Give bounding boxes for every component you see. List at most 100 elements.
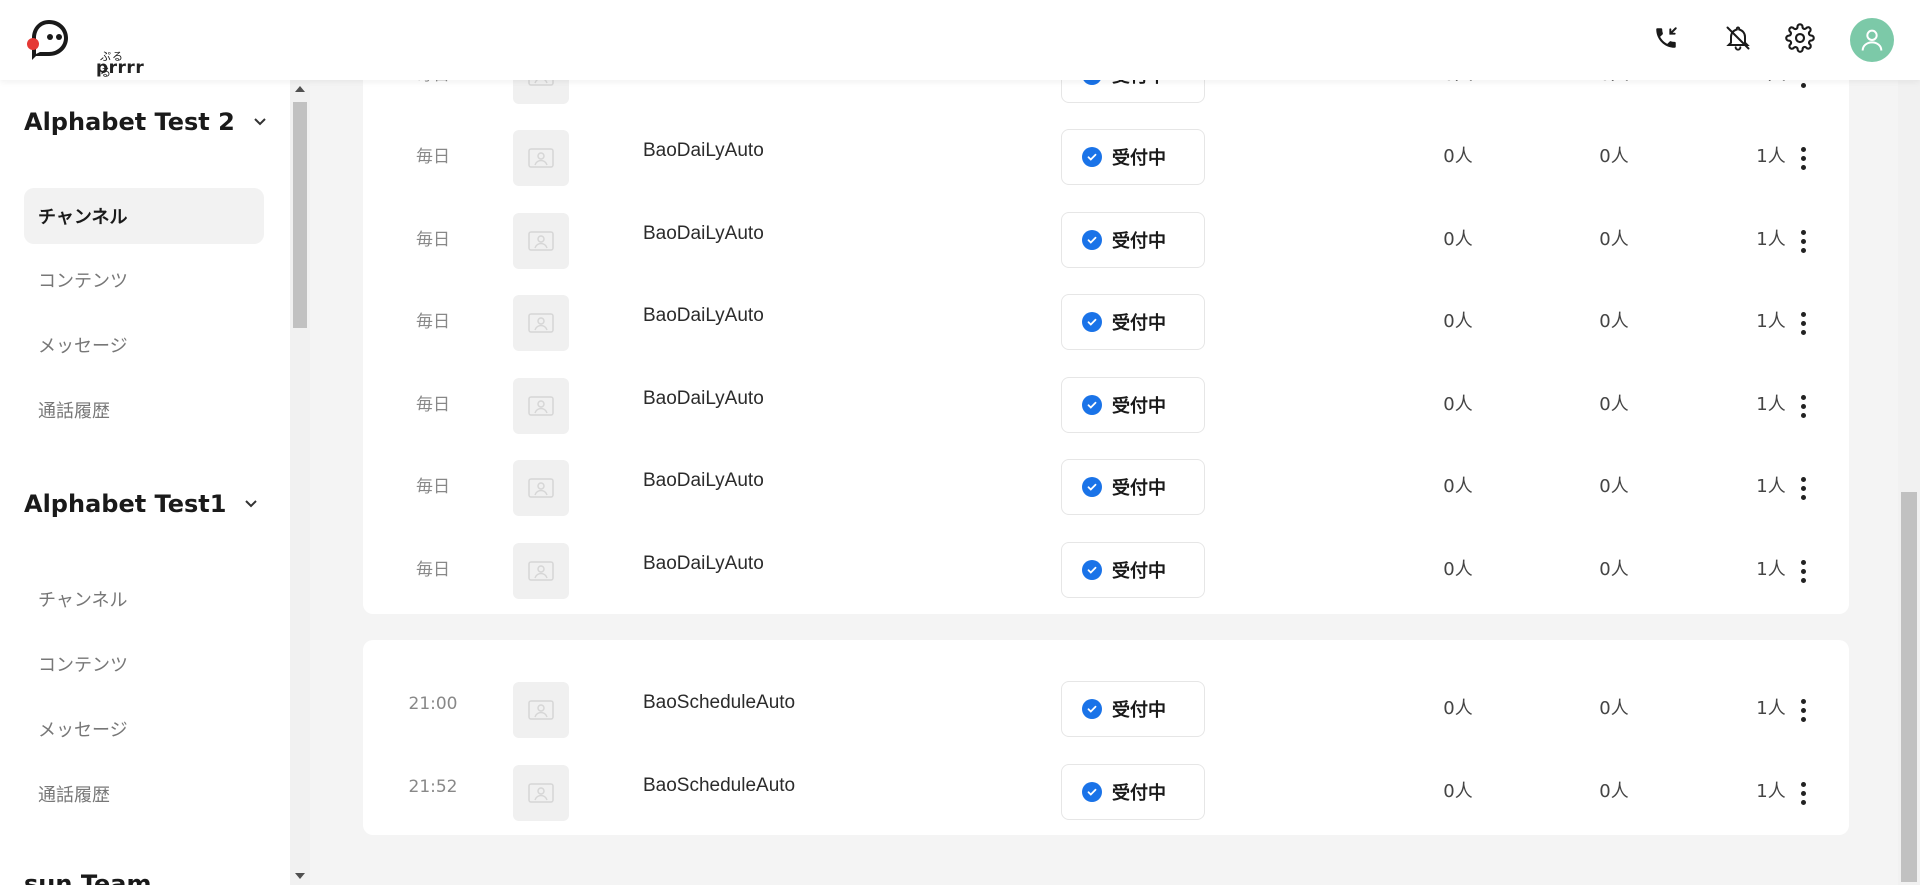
count-col-2: 0人 (1599, 781, 1629, 802)
chevron-down-icon[interactable] (244, 499, 258, 509)
channel-name[interactable]: BaoScheduleAuto (643, 775, 795, 797)
more-options-icon[interactable] (1783, 468, 1823, 508)
count-col-2: 0人 (1599, 311, 1629, 332)
channel-thumbnail (513, 460, 569, 516)
team-header-sun-team[interactable]: sun Team (24, 870, 151, 885)
bell-off-icon[interactable] (1722, 22, 1754, 54)
channel-row[interactable]: 毎日BaoDaiLyAuto受付中0人0人1人 (363, 118, 1849, 188)
channel-name[interactable]: BaoDaiLyAuto (643, 470, 764, 492)
count-col-1: 0人 (1443, 559, 1473, 580)
channel-name[interactable]: BaoDaiLyAuto (643, 388, 764, 410)
image-placeholder-icon (528, 396, 554, 416)
more-options-icon[interactable] (1783, 773, 1823, 813)
channel-name[interactable]: BaoDaiLyAuto (643, 223, 764, 245)
channel-thumbnail (513, 682, 569, 738)
more-options-icon[interactable] (1783, 138, 1823, 178)
time-label: 毎日 (416, 477, 450, 497)
status-label: 受付中 (1112, 783, 1166, 804)
status-badge[interactable]: 受付中 (1061, 542, 1205, 598)
count-col-2: 0人 (1599, 229, 1629, 250)
channel-thumbnail (513, 213, 569, 269)
phone-incoming-icon[interactable] (1650, 22, 1682, 54)
team-name: Alphabet Test 2 (24, 108, 235, 136)
scroll-down-icon[interactable] (295, 873, 305, 879)
status-label: 受付中 (1112, 148, 1166, 169)
channel-row[interactable]: 毎日BaoDaiLyAuto受付中0人0人1人 (363, 283, 1849, 353)
channel-row[interactable]: 毎日BaoDaiLyAuto受付中0人0人1人 (363, 366, 1849, 436)
sidebar-scrollbar[interactable] (290, 80, 310, 885)
channel-row[interactable]: 21:52 BaoScheduleAuto 受付中 0人 0人 1人 (363, 753, 1849, 823)
image-placeholder-icon (528, 700, 554, 720)
status-badge[interactable]: 受付中 (1061, 129, 1205, 185)
check-circle-icon (1082, 147, 1102, 167)
main-scroll-thumb[interactable] (1901, 492, 1917, 882)
time-label: 毎日 (416, 147, 450, 167)
more-options-icon[interactable] (1783, 551, 1823, 591)
channel-thumbnail (513, 378, 569, 434)
channel-row[interactable]: 毎日BaoDaiLyAuto受付中0人0人1人 (363, 448, 1849, 518)
nav-content[interactable]: コンテンツ (24, 636, 264, 692)
check-circle-icon (1082, 782, 1102, 802)
status-badge[interactable]: 受付中 (1061, 681, 1205, 737)
channel-name[interactable]: BaoDaiLyAuto (643, 140, 764, 162)
channel-name[interactable]: BaoDaiLyAuto (643, 553, 764, 575)
nav-content[interactable]: コンテンツ (24, 252, 264, 308)
more-options-icon[interactable] (1783, 386, 1823, 426)
status-badge[interactable]: 受付中 (1061, 377, 1205, 433)
status-badge[interactable]: 受付中 (1061, 294, 1205, 350)
nav-channel[interactable]: チャンネル (24, 188, 264, 244)
logo-wordmark: prrrr (96, 58, 145, 78)
count-col-1: 0人 (1443, 476, 1473, 497)
status-label: 受付中 (1112, 561, 1166, 582)
time-label: 毎日 (416, 312, 450, 332)
more-options-icon[interactable] (1783, 221, 1823, 261)
status-label: 受付中 (1112, 231, 1166, 252)
image-placeholder-icon (528, 478, 554, 498)
check-circle-icon (1082, 477, 1102, 497)
prrrr-logo[interactable]: ぷるる prrrr (26, 16, 144, 79)
count-col-2: 0人 (1599, 146, 1629, 167)
team-name: Alphabet Test1 (24, 490, 227, 518)
count-col-2: 0人 (1599, 559, 1629, 580)
team-header-alphabet-test-2[interactable]: Alphabet Test 2 (24, 108, 267, 136)
check-circle-icon (1082, 395, 1102, 415)
team-name: sun Team (24, 870, 152, 885)
nav-call-history[interactable]: 通話履歴 (24, 382, 264, 438)
channel-row[interactable]: 毎日BaoDaiLyAuto受付中0人0人1人 (363, 201, 1849, 271)
nav-call-history[interactable]: 通話履歴 (24, 766, 264, 822)
channel-thumbnail (513, 295, 569, 351)
count-col-1: 0人 (1443, 781, 1473, 802)
chevron-down-icon[interactable] (253, 117, 267, 127)
app-header: ぷるる prrrr (0, 0, 1920, 80)
status-badge[interactable]: 受付中 (1061, 212, 1205, 268)
sidebar-scroll-thumb[interactable] (293, 102, 307, 328)
channel-thumbnail (513, 765, 569, 821)
nav-channel[interactable]: チャンネル (24, 571, 264, 627)
team-header-alphabet-test1[interactable]: Alphabet Test1 (24, 490, 258, 518)
status-badge[interactable]: 受付中 (1061, 764, 1205, 820)
count-col-2: 0人 (1599, 476, 1629, 497)
nav-message[interactable]: メッセージ (24, 701, 264, 757)
time-label: 毎日 (416, 395, 450, 415)
count-col-1: 0人 (1443, 229, 1473, 250)
nav-message[interactable]: メッセージ (24, 317, 264, 373)
user-avatar[interactable] (1850, 18, 1894, 62)
time-label: 毎日 (416, 230, 450, 250)
logo-mascot-icon (27, 20, 68, 60)
image-placeholder-icon (528, 313, 554, 333)
scroll-up-icon[interactable] (295, 86, 305, 92)
status-badge[interactable]: 受付中 (1061, 459, 1205, 515)
channel-thumbnail (513, 543, 569, 599)
count-col-2: 0人 (1599, 698, 1629, 719)
channel-row[interactable]: 毎日BaoDaiLyAuto受付中0人0人1人 (363, 531, 1849, 601)
channel-name[interactable]: BaoScheduleAuto (643, 692, 795, 714)
image-placeholder-icon (528, 231, 554, 251)
channel-name[interactable]: BaoDaiLyAuto (643, 305, 764, 327)
gear-icon[interactable] (1784, 22, 1816, 54)
channel-row[interactable]: 21:00 BaoScheduleAuto 受付中 0人 0人 1人 (363, 670, 1849, 740)
more-options-icon[interactable] (1783, 690, 1823, 730)
more-options-icon[interactable] (1783, 303, 1823, 343)
time-label: 21:00 (408, 694, 458, 714)
main-scrollbar[interactable] (1898, 80, 1920, 885)
status-label: 受付中 (1112, 396, 1166, 417)
